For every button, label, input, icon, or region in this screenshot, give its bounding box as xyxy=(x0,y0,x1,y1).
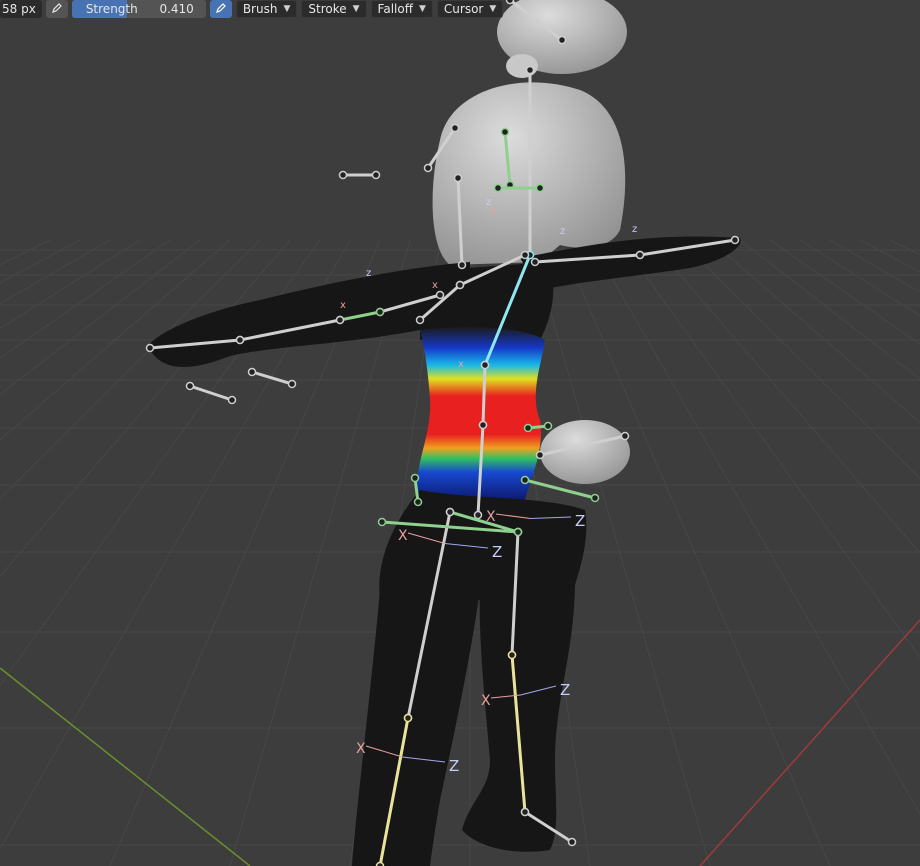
bone-tail-joint[interactable] xyxy=(567,837,577,847)
bone-tail-joint[interactable] xyxy=(730,235,740,245)
bone-head-joint[interactable] xyxy=(525,65,535,75)
bone-tail-joint[interactable] xyxy=(287,379,297,389)
bone-head-joint[interactable] xyxy=(520,250,530,260)
strength-slider[interactable]: Strength 0.410 xyxy=(71,0,206,18)
bone-head-joint[interactable] xyxy=(493,183,503,193)
bone-head-joint[interactable] xyxy=(185,381,195,391)
strength-label: Strength xyxy=(85,2,138,16)
radius-pressure-button[interactable] xyxy=(45,0,68,18)
bone-head-joint[interactable] xyxy=(520,807,530,817)
bone-head-joint[interactable] xyxy=(505,0,515,5)
bone-head-joint[interactable] xyxy=(530,257,540,267)
bone-tail-joint[interactable] xyxy=(513,527,523,537)
brush-menu-label: Brush xyxy=(242,2,278,16)
bone-tail-joint[interactable] xyxy=(371,170,381,180)
bone-head-joint[interactable] xyxy=(480,360,490,370)
bone-tail-joint[interactable] xyxy=(620,431,630,441)
z-axis-label: Z xyxy=(449,757,459,775)
bone-head-joint[interactable] xyxy=(520,475,530,485)
bone-head-joint[interactable] xyxy=(247,367,257,377)
bone-tail-joint[interactable] xyxy=(423,163,433,173)
z-axis-label: Z xyxy=(575,512,585,530)
chevron-down-icon: ▼ xyxy=(352,4,360,14)
bone-head-joint[interactable] xyxy=(635,250,645,260)
bone-head-joint[interactable] xyxy=(410,473,420,483)
bone-head-joint[interactable] xyxy=(450,123,460,133)
x-axis-label: X xyxy=(356,741,366,757)
bone-head-joint[interactable] xyxy=(403,713,413,723)
bone-head-joint[interactable] xyxy=(338,170,348,180)
bone-tail-joint[interactable] xyxy=(457,260,467,270)
bone-tail-joint[interactable] xyxy=(413,497,423,507)
bone-head-joint[interactable] xyxy=(435,290,445,300)
strength-value: 0.410 xyxy=(159,2,194,16)
x-axis-label: X xyxy=(486,509,496,525)
pen-pressure-icon xyxy=(215,2,227,17)
bone-head-joint[interactable] xyxy=(535,450,545,460)
bone-head-joint[interactable] xyxy=(500,127,510,137)
falloff-menu-label: Falloff xyxy=(377,2,413,16)
z-axis-label-small: z xyxy=(486,197,491,208)
stroke-menu-label: Stroke xyxy=(308,2,347,16)
hair-bun-tie xyxy=(506,54,538,78)
chevron-down-icon: ▼ xyxy=(489,4,497,14)
cursor-menu[interactable]: Cursor ▼ xyxy=(436,0,504,18)
bone-head-joint[interactable] xyxy=(507,650,517,660)
bone-head-joint[interactable] xyxy=(377,517,387,527)
bone-tail-joint[interactable] xyxy=(590,493,600,503)
bone-tail-joint[interactable] xyxy=(227,395,237,405)
bone-head-joint[interactable] xyxy=(445,507,455,517)
bone-tail-joint[interactable] xyxy=(543,421,553,431)
pen-pressure-icon xyxy=(51,2,63,17)
z-axis-label-small: z xyxy=(560,226,565,237)
cursor-menu-label: Cursor xyxy=(443,2,484,16)
3d-viewport[interactable]: XZXZXZX Zxxxxzzzz xyxy=(0,0,920,866)
falloff-menu[interactable]: Falloff ▼ xyxy=(370,0,433,18)
radius-field[interactable]: 58 px xyxy=(0,0,42,18)
bone-head-joint[interactable] xyxy=(335,315,345,325)
z-axis-label-small: z xyxy=(632,224,637,235)
bone-head-joint[interactable] xyxy=(375,307,385,317)
bone-tail-joint[interactable] xyxy=(535,183,545,193)
z-axis-label: Z xyxy=(560,681,570,699)
bone-head-joint[interactable] xyxy=(453,173,463,183)
z-axis-label-small: z xyxy=(366,268,371,279)
chevron-down-icon: ▼ xyxy=(283,4,291,14)
bone-tail-joint[interactable] xyxy=(145,343,155,353)
brush-menu[interactable]: Brush ▼ xyxy=(235,0,298,18)
bone-head-joint[interactable] xyxy=(523,423,533,433)
bone-head-joint[interactable] xyxy=(478,420,488,430)
tool-header: 58 px Strength 0.410 Brush ▼ Stroke ▼ Fa… xyxy=(0,0,504,18)
strength-pressure-button[interactable] xyxy=(209,0,232,18)
z-axis-label: Z xyxy=(492,543,502,561)
bone-tail-joint[interactable] xyxy=(415,315,425,325)
bone-head-joint[interactable] xyxy=(455,280,465,290)
x-axis-label: X xyxy=(481,693,491,709)
chevron-down-icon: ▼ xyxy=(418,4,426,14)
radius-value: 58 px xyxy=(2,2,36,16)
x-axis-label: X xyxy=(398,528,408,544)
x-axis-label-small: x xyxy=(458,359,464,370)
x-axis-label-small: x xyxy=(340,300,346,311)
bone-tail-joint[interactable] xyxy=(375,861,385,866)
x-axis-label-small: x xyxy=(432,280,438,291)
bone-tail-joint[interactable] xyxy=(557,35,567,45)
bone-head-joint[interactable] xyxy=(235,335,245,345)
bone-tail-joint[interactable] xyxy=(473,510,483,520)
bone-2[interactable] xyxy=(481,363,487,427)
stroke-menu[interactable]: Stroke ▼ xyxy=(301,0,367,18)
